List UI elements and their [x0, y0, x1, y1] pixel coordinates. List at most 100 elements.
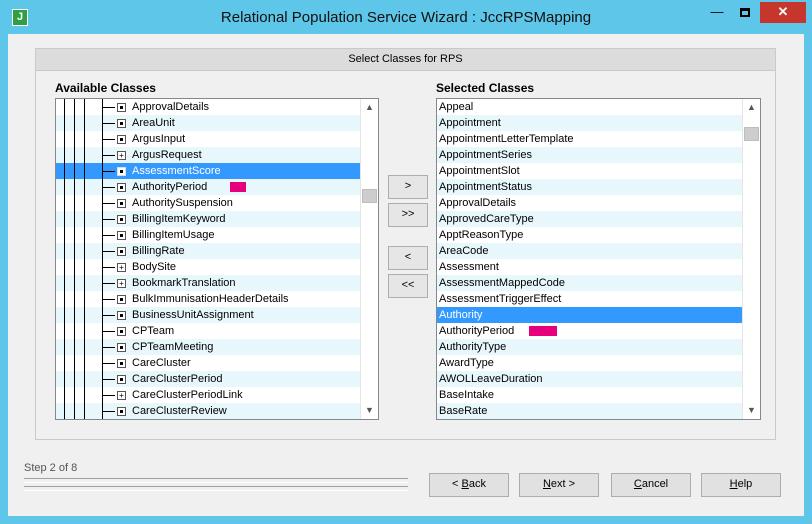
tree-item[interactable]: AssessmentScore: [56, 163, 360, 179]
title-bar[interactable]: J Relational Population Service Wizard :…: [0, 0, 812, 34]
list-item[interactable]: AuthorityType: [437, 339, 742, 355]
list-item[interactable]: Assessment: [437, 259, 742, 275]
tree-lines: [56, 275, 116, 291]
expand-icon[interactable]: +: [117, 279, 126, 288]
list-item-label: AppointmentSeries: [439, 149, 532, 161]
expand-icon[interactable]: +: [117, 151, 126, 160]
tree-item[interactable]: BusinessUnitAssignment: [56, 307, 360, 323]
available-classes-tree[interactable]: ApprovalDetails AreaUnit ArgusInput + ArgusR…: [55, 98, 379, 420]
next-label: ext >: [550, 478, 576, 490]
tree-lines: [56, 115, 116, 131]
tree-item[interactable]: + ArgusRequest: [56, 147, 360, 163]
minimize-button[interactable]: —: [704, 2, 730, 23]
leaf-node-icon: [117, 215, 126, 224]
add-all-button[interactable]: >>: [388, 203, 428, 227]
add-button[interactable]: >: [388, 175, 428, 199]
scroll-thumb[interactable]: [744, 126, 759, 141]
tree-item[interactable]: + CareClusterPeriodLink: [56, 387, 360, 403]
tree-item[interactable]: CPTeam: [56, 323, 360, 339]
list-item-label: AppointmentSlot: [439, 165, 520, 177]
list-item[interactable]: AWOLLeaveDuration: [437, 371, 742, 387]
scroll-up-icon[interactable]: ▲: [743, 99, 760, 116]
tree-item[interactable]: AreaUnit: [56, 115, 360, 131]
list-item[interactable]: ApprovedCareType: [437, 211, 742, 227]
list-item-label: AuthorityPeriod: [439, 325, 515, 337]
list-item[interactable]: AssessmentMappedCode: [437, 275, 742, 291]
expand-icon[interactable]: +: [117, 391, 126, 400]
available-scrollbar[interactable]: ▲ ▼: [360, 99, 378, 419]
help-label: elp: [737, 478, 753, 490]
scroll-thumb[interactable]: [362, 189, 377, 204]
tree-item[interactable]: AuthoritySuspension: [56, 195, 360, 211]
list-item[interactable]: AppointmentSlot: [437, 163, 742, 179]
leaf-node-icon: [117, 295, 126, 304]
remove-button[interactable]: <: [388, 246, 428, 270]
list-item[interactable]: AppointmentSeries: [437, 147, 742, 163]
remove-all-button[interactable]: <<: [388, 274, 428, 298]
list-item-label: Assessment: [439, 261, 499, 273]
tree-item[interactable]: + BookmarkTranslation: [56, 275, 360, 291]
tree-item[interactable]: ArgusInput: [56, 131, 360, 147]
tree-item[interactable]: CareCluster: [56, 355, 360, 371]
cancel-accel: C: [633, 478, 642, 490]
tree-item[interactable]: AuthorityPeriod: [56, 179, 360, 195]
list-item[interactable]: AwardType: [437, 355, 742, 371]
expand-icon[interactable]: +: [117, 263, 126, 272]
tree-item[interactable]: ApprovalDetails: [56, 99, 360, 115]
list-item[interactable]: ApptReasonType: [437, 227, 742, 243]
tree-item[interactable]: CPTeamMeeting: [56, 339, 360, 355]
list-item-label: Appeal: [439, 101, 474, 113]
scroll-down-icon[interactable]: ▼: [743, 402, 760, 419]
maximize-button[interactable]: [732, 2, 758, 23]
list-item-label: ApprovedCareType: [439, 213, 534, 225]
close-button[interactable]: ✕: [760, 2, 806, 23]
help-button[interactable]: Help: [701, 473, 781, 497]
leaf-node-icon: [117, 375, 126, 384]
next-button[interactable]: Next >: [519, 473, 599, 497]
scroll-down-icon[interactable]: ▼: [361, 402, 378, 419]
tree-item[interactable]: BillingRate: [56, 243, 360, 259]
tree-item-label: CareClusterReview: [132, 405, 227, 417]
cancel-button[interactable]: Cancel: [611, 473, 691, 497]
wizard-body: Select Classes for RPS Available Classes…: [8, 34, 804, 516]
highlight-marker: [529, 326, 557, 336]
tree-item[interactable]: BillingItemUsage: [56, 227, 360, 243]
back-button[interactable]: < Back: [429, 473, 509, 497]
list-item[interactable]: AppointmentLetterTemplate: [437, 131, 742, 147]
leaf-node-icon: [117, 183, 126, 192]
list-item-label: Authority: [439, 309, 483, 321]
list-item[interactable]: AppointmentStatus: [437, 179, 742, 195]
list-item[interactable]: AuthorityPeriod: [437, 323, 742, 339]
back-accel: B: [461, 478, 469, 490]
list-item[interactable]: Appointment: [437, 115, 742, 131]
leaf-node-icon: [117, 119, 126, 128]
window-title: Relational Population Service Wizard : J…: [220, 9, 592, 26]
leaf-node-icon: [117, 135, 126, 144]
list-item[interactable]: BaseIntake: [437, 387, 742, 403]
maximize-icon: [740, 8, 750, 18]
list-item[interactable]: AssessmentTriggerEffect: [437, 291, 742, 307]
tree-item-label: BillingRate: [132, 245, 185, 257]
list-item-label: BaseRate: [439, 405, 488, 417]
tree-item-label: ArgusInput: [132, 133, 186, 145]
list-item[interactable]: BaseRate: [437, 403, 742, 419]
tree-item[interactable]: BillingItemKeyword: [56, 211, 360, 227]
list-item[interactable]: Appeal: [437, 99, 742, 115]
tree-lines: [56, 291, 116, 307]
list-item[interactable]: AreaCode: [437, 243, 742, 259]
tree-lines: [56, 355, 116, 371]
tree-item[interactable]: + BodySite: [56, 259, 360, 275]
scroll-up-icon[interactable]: ▲: [361, 99, 378, 116]
list-item-label: BaseIntake: [439, 389, 495, 401]
tree-item[interactable]: BulkImmunisationHeaderDetails: [56, 291, 360, 307]
list-item[interactable]: ApprovalDetails: [437, 195, 742, 211]
selected-classes-list[interactable]: Appeal Appointment AppointmentLetterTempla…: [436, 98, 761, 420]
selected-scrollbar[interactable]: ▲ ▼: [742, 99, 760, 419]
tree-item[interactable]: CareClusterReview: [56, 403, 360, 419]
tree-item[interactable]: CareClusterPeriod: [56, 371, 360, 387]
list-item-label: AreaCode: [439, 245, 489, 257]
tree-item-label: CareClusterPeriod: [132, 373, 223, 385]
list-item[interactable]: Authority: [437, 307, 742, 323]
list-item-label: AppointmentLetterTemplate: [439, 133, 574, 145]
wizard-window: J Relational Population Service Wizard :…: [0, 0, 812, 524]
